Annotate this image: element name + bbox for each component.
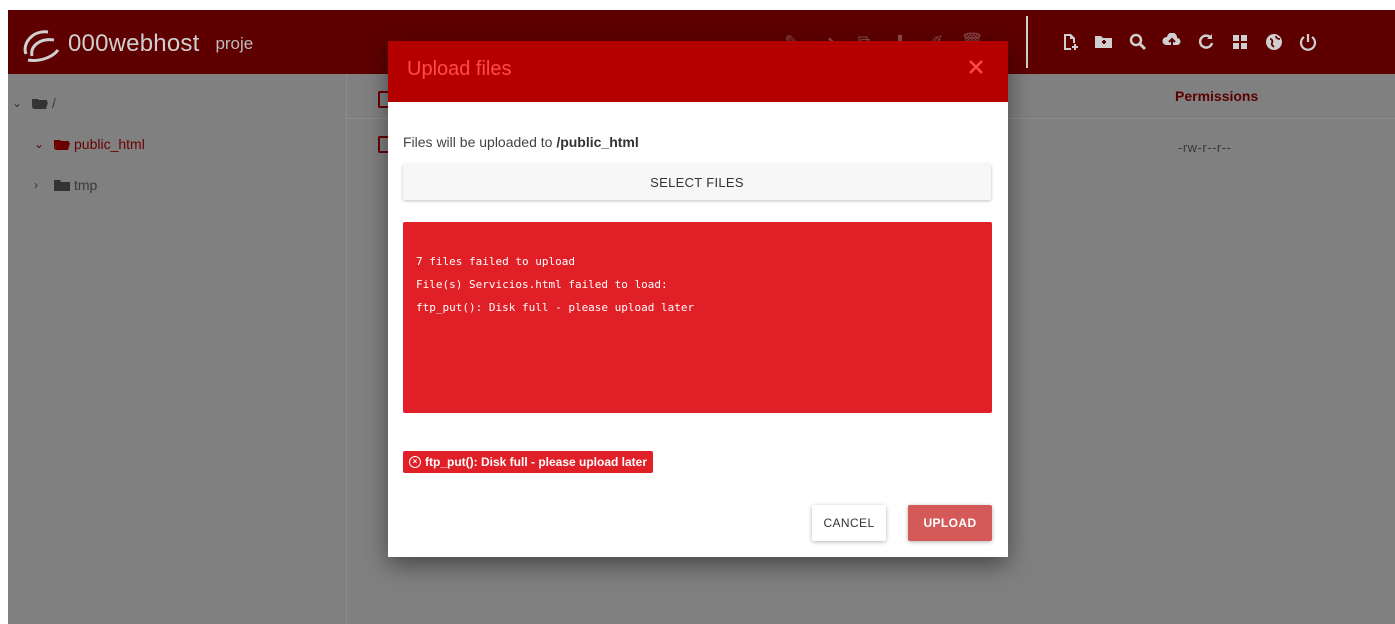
error-circle-icon: × — [409, 456, 421, 468]
destination-path: /public_html — [556, 134, 639, 150]
folder-icon — [54, 180, 70, 191]
chevron-down-icon[interactable]: ⌄ — [34, 137, 46, 151]
upload-button[interactable]: UPLOAD — [908, 505, 992, 541]
grid-icon[interactable] — [1228, 30, 1252, 54]
file-manager-app: 000webhost proje ✎ ➜ ⧉ ⬇ ✐ 🗑 — [8, 10, 1395, 624]
upload-error-panel: 7 files failed to upload File(s) Servici… — [403, 222, 992, 413]
dialog-title: Upload files — [407, 58, 512, 80]
permissions-cell: -rw-r--r-- — [1178, 140, 1232, 155]
tree-item-tmp[interactable]: › tmp — [34, 177, 97, 193]
tree-item-public-html[interactable]: ⌄ public_html — [34, 136, 145, 152]
new-folder-icon[interactable] — [1092, 30, 1116, 54]
dialog-header: Upload files — [388, 41, 1008, 102]
brand[interactable]: 000webhost proje — [18, 24, 253, 64]
refresh-icon[interactable] — [1194, 30, 1218, 54]
upload-files-dialog: Upload files Files will be uploaded to /… — [388, 41, 1008, 557]
tree-item-root[interactable]: ⌄ / — [12, 95, 56, 111]
select-files-button[interactable]: SELECT FILES — [403, 164, 991, 200]
new-file-icon[interactable] — [1058, 30, 1082, 54]
brand-name: 000webhost — [68, 30, 200, 57]
main-toolbar — [1058, 30, 1320, 54]
destination-text: Files will be uploaded to — [403, 134, 553, 150]
upload-destination: Files will be uploaded to /public_html — [403, 134, 639, 150]
upload-icon[interactable] — [1160, 30, 1184, 54]
error-line: ftp_put(): Disk full - please upload lat… — [416, 301, 695, 314]
cancel-button[interactable]: CANCEL — [812, 505, 886, 541]
error-line: 7 files failed to upload — [416, 255, 575, 268]
globe-icon[interactable] — [1262, 30, 1286, 54]
project-name: proje — [215, 34, 254, 53]
permissions-column-header[interactable]: Permissions — [1175, 88, 1258, 104]
chevron-right-icon[interactable]: › — [34, 178, 46, 192]
chevron-down-icon[interactable]: ⌄ — [12, 96, 24, 110]
close-icon[interactable] — [966, 57, 986, 77]
logo-icon — [23, 30, 60, 62]
tree-item-label: / — [52, 95, 56, 111]
toolbar-divider — [1026, 16, 1028, 68]
error-badge-text: ftp_put(): Disk full - please upload lat… — [425, 455, 648, 469]
tree-item-label: public_html — [74, 136, 145, 152]
error-line: File(s) Servicios.html failed to load: — [416, 278, 668, 291]
folder-tree: ⌄ / ⌄ public_html › tmp — [8, 74, 347, 624]
error-badge: × ftp_put(): Disk full - please upload l… — [403, 451, 654, 473]
search-icon[interactable] — [1126, 30, 1150, 54]
power-icon[interactable] — [1296, 30, 1320, 54]
folder-open-icon — [32, 99, 48, 109]
tree-item-label: tmp — [74, 177, 98, 193]
folder-open-icon — [54, 140, 70, 150]
